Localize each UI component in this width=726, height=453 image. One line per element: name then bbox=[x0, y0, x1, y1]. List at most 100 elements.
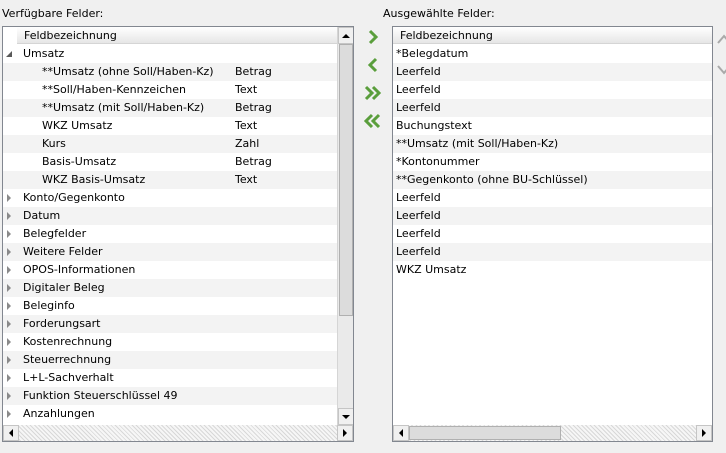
expanded-triangle-icon[interactable] bbox=[6, 51, 12, 57]
collapsed-triangle-icon[interactable] bbox=[7, 194, 11, 202]
field-label: Leerfeld bbox=[396, 227, 441, 240]
add-all-button[interactable] bbox=[362, 82, 384, 104]
tree-field-item[interactable]: **Umsatz (ohne Soll/Haben-Kz) Betrag bbox=[3, 63, 338, 81]
tree-field-item[interactable]: WKZ Basis-Umsatz Text bbox=[3, 171, 338, 189]
field-label: Weitere Felder bbox=[23, 245, 103, 258]
field-label: Leerfeld bbox=[396, 65, 441, 78]
tree-group-item[interactable]: Digitaler Beleg bbox=[3, 279, 338, 297]
collapsed-triangle-icon[interactable] bbox=[7, 266, 11, 274]
field-label: Anzahlungen bbox=[23, 407, 95, 420]
collapsed-triangle-icon[interactable] bbox=[7, 392, 11, 400]
scroll-thumb[interactable] bbox=[339, 44, 353, 316]
collapsed-triangle-icon[interactable] bbox=[7, 248, 11, 256]
field-label: Forderungsart bbox=[23, 317, 101, 330]
add-button[interactable] bbox=[362, 26, 384, 48]
field-label: **Umsatz (mit Soll/Haben-Kz) bbox=[396, 137, 559, 150]
scroll-down-button[interactable] bbox=[338, 408, 353, 425]
collapsed-triangle-icon[interactable] bbox=[7, 284, 11, 292]
chevron-left-icon bbox=[367, 57, 378, 73]
remove-button[interactable] bbox=[362, 54, 384, 76]
field-label: Beleginfo bbox=[23, 299, 75, 312]
field-label: Umsatz bbox=[23, 47, 65, 60]
tree-group-item[interactable]: Belegfelder bbox=[3, 225, 338, 243]
available-vertical-scrollbar[interactable] bbox=[337, 27, 353, 425]
double-chevron-right-icon bbox=[364, 85, 382, 101]
tree-field-item[interactable]: Basis-Umsatz Betrag bbox=[3, 153, 338, 171]
selected-field-item[interactable]: Leerfeld bbox=[393, 99, 712, 117]
field-label: Leerfeld bbox=[396, 191, 441, 204]
field-label: Basis-Umsatz bbox=[42, 155, 117, 168]
available-fields-list[interactable]: Feldbezeichnung Umsatz **Umsatz (ohne Sol… bbox=[2, 26, 354, 442]
field-label: WKZ Umsatz bbox=[42, 119, 113, 132]
field-label: Kurs bbox=[42, 137, 66, 150]
field-type: Betrag bbox=[235, 155, 272, 168]
tree-group-item[interactable]: Datum bbox=[3, 207, 338, 225]
remove-all-button[interactable] bbox=[362, 110, 384, 132]
arrow-left-icon bbox=[9, 429, 13, 437]
selected-field-item[interactable]: Buchungstext bbox=[393, 117, 712, 135]
field-label: Belegfelder bbox=[23, 227, 87, 240]
field-type: Betrag bbox=[235, 101, 272, 114]
available-tree: Umsatz **Umsatz (ohne Soll/Haben-Kz) Betra… bbox=[3, 45, 338, 423]
tree-group-item[interactable]: Konto/Gegenkonto bbox=[3, 189, 338, 207]
collapsed-triangle-icon[interactable] bbox=[7, 212, 11, 220]
collapsed-triangle-icon[interactable] bbox=[7, 356, 11, 364]
arrow-left-icon bbox=[399, 429, 403, 437]
scroll-left-button[interactable] bbox=[393, 425, 409, 441]
collapsed-triangle-icon[interactable] bbox=[7, 410, 11, 418]
selected-field-item[interactable]: WKZ Umsatz bbox=[393, 261, 712, 279]
arrow-right-icon bbox=[343, 429, 347, 437]
move-down-button[interactable] bbox=[715, 62, 726, 76]
selected-field-item[interactable]: *Kontonummer bbox=[393, 153, 712, 171]
tree-group-item[interactable]: Forderungsart bbox=[3, 315, 338, 333]
available-column-header[interactable]: Feldbezeichnung bbox=[17, 27, 338, 44]
tree-group-item[interactable]: OPOS-Informationen bbox=[3, 261, 338, 279]
selected-field-item[interactable]: **Umsatz (mit Soll/Haben-Kz) bbox=[393, 135, 712, 153]
arrow-down-icon bbox=[342, 414, 350, 419]
tree-group-item[interactable]: Beleginfo bbox=[3, 297, 338, 315]
selected-field-item[interactable]: Leerfeld bbox=[393, 225, 712, 243]
scroll-up-button[interactable] bbox=[338, 27, 353, 44]
tree-group-item[interactable]: Kostenrechnung bbox=[3, 333, 338, 351]
tree-group-item[interactable]: Umsatz bbox=[3, 45, 338, 63]
collapsed-triangle-icon[interactable] bbox=[7, 320, 11, 328]
collapsed-triangle-icon[interactable] bbox=[7, 302, 11, 310]
selected-field-item[interactable]: Leerfeld bbox=[393, 189, 712, 207]
collapsed-triangle-icon[interactable] bbox=[7, 230, 11, 238]
tree-field-item[interactable]: **Umsatz (mit Soll/Haben-Kz) Betrag bbox=[3, 99, 338, 117]
field-label: Leerfeld bbox=[396, 245, 441, 258]
field-label: Leerfeld bbox=[396, 83, 441, 96]
tree-field-item[interactable]: Kurs Zahl bbox=[3, 135, 338, 153]
selected-fields-label: Ausgewählte Felder: bbox=[383, 7, 495, 20]
selected-field-item[interactable]: **Gegenkonto (ohne BU-Schlüssel) bbox=[393, 171, 712, 189]
available-horizontal-scrollbar[interactable] bbox=[3, 425, 353, 441]
field-label: WKZ Basis-Umsatz bbox=[42, 173, 146, 186]
move-up-button[interactable] bbox=[715, 32, 726, 46]
field-label: WKZ Umsatz bbox=[396, 263, 467, 276]
tree-group-item[interactable]: Steuerrechnung bbox=[3, 351, 338, 369]
arrow-right-icon bbox=[702, 429, 706, 437]
selected-field-item[interactable]: Leerfeld bbox=[393, 81, 712, 99]
selected-fields-list[interactable]: Feldbezeichnung *Belegdatum Leerfeld Leerf… bbox=[392, 26, 713, 442]
scroll-right-button[interactable] bbox=[337, 425, 353, 441]
tree-group-item[interactable]: Weitere Felder bbox=[3, 243, 338, 261]
collapsed-triangle-icon[interactable] bbox=[7, 338, 11, 346]
field-label: **Umsatz (mit Soll/Haben-Kz) bbox=[42, 101, 205, 114]
field-label: L+L-Sachverhalt bbox=[23, 371, 114, 384]
field-label: Buchungstext bbox=[396, 119, 472, 132]
scroll-right-button[interactable] bbox=[696, 425, 712, 441]
selected-field-item[interactable]: *Belegdatum bbox=[393, 45, 712, 63]
tree-group-item[interactable]: Funktion Steuerschlüssel 49 bbox=[3, 387, 338, 405]
selected-field-item[interactable]: Leerfeld bbox=[393, 207, 712, 225]
tree-field-item[interactable]: **Soll/Haben-Kennzeichen Text bbox=[3, 81, 338, 99]
selected-horizontal-scrollbar[interactable] bbox=[393, 425, 712, 441]
tree-field-item[interactable]: WKZ Umsatz Text bbox=[3, 117, 338, 135]
scroll-left-button[interactable] bbox=[3, 425, 19, 441]
scroll-thumb[interactable] bbox=[409, 426, 561, 440]
tree-group-item[interactable]: Anzahlungen bbox=[3, 405, 338, 423]
tree-group-item[interactable]: L+L-Sachverhalt bbox=[3, 369, 338, 387]
selected-column-header[interactable]: Feldbezeichnung bbox=[393, 27, 712, 44]
selected-field-item[interactable]: Leerfeld bbox=[393, 63, 712, 81]
selected-field-item[interactable]: Leerfeld bbox=[393, 243, 712, 261]
collapsed-triangle-icon[interactable] bbox=[7, 374, 11, 382]
